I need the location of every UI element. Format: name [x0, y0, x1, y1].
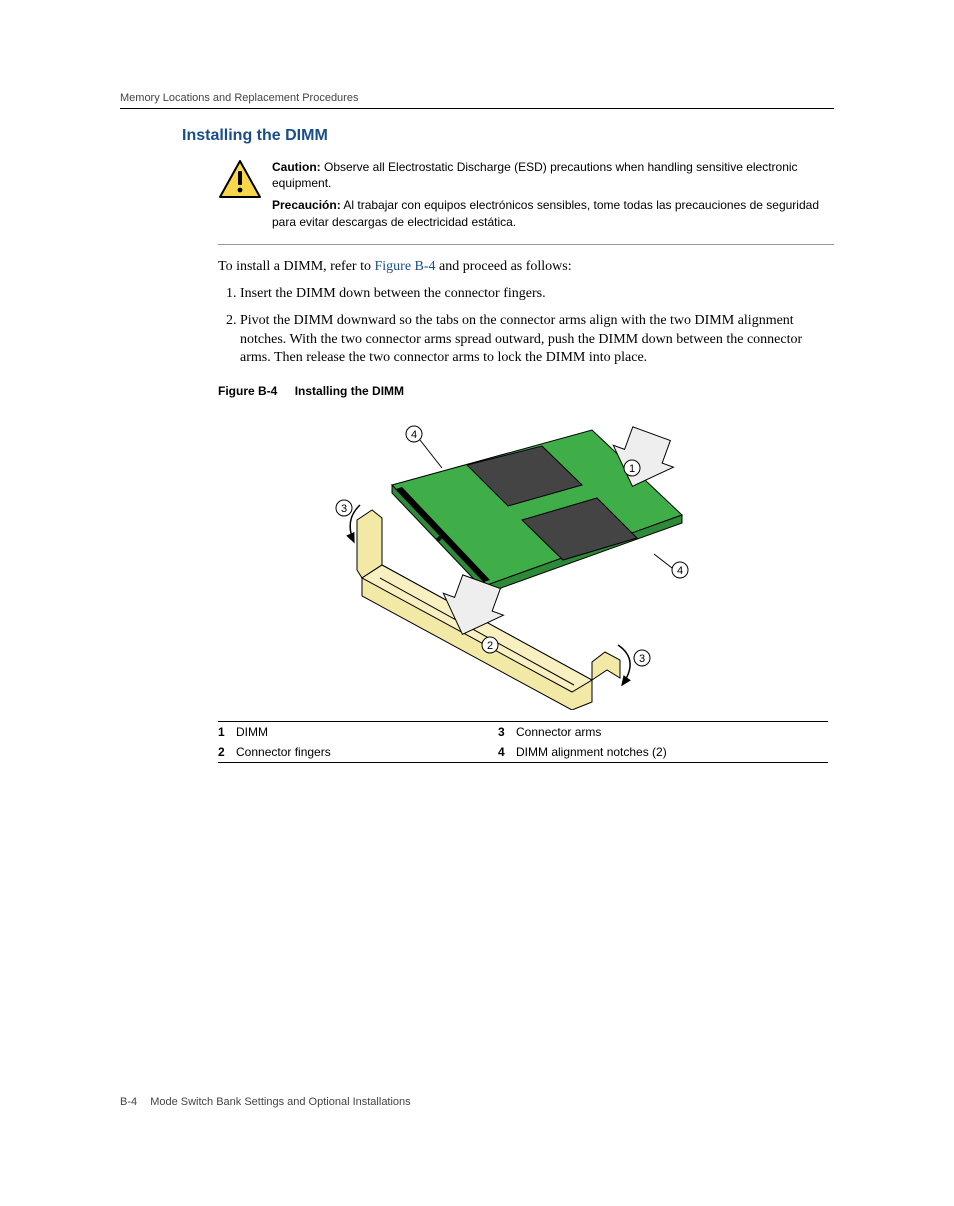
callout-4b: 4: [677, 565, 683, 577]
callout-4a: 4: [411, 429, 417, 441]
warning-icon: [218, 159, 262, 236]
legend-text-2: Connector fingers: [236, 745, 331, 759]
procedure-list: Insert the DIMM down between the connect…: [218, 285, 834, 369]
figure-illustration: 1 2 3 3 4 4: [120, 410, 834, 713]
legend-num-4: 4: [498, 745, 516, 759]
caution-label-es: Precaución:: [272, 198, 341, 212]
figure-crossref-link[interactable]: Figure B-4: [374, 259, 435, 274]
page-number: B-4: [120, 1096, 137, 1108]
section-title: Installing the DIMM: [182, 127, 834, 145]
caution-text-es: Al trabajar con equipos electrónicos sen…: [272, 198, 819, 228]
step-1: Insert the DIMM down between the connect…: [240, 285, 834, 304]
figure-legend: 1 DIMM 3 Connector arms 2 Connector fing…: [218, 721, 828, 763]
intro-post: and proceed as follows:: [436, 259, 572, 274]
intro-pre: To install a DIMM, refer to: [218, 259, 374, 274]
step-2: Pivot the DIMM downward so the tabs on t…: [240, 312, 834, 369]
caution-es: Precaución: Al trabajar con equipos elec…: [272, 197, 834, 229]
legend-text-4: DIMM alignment notches (2): [516, 745, 667, 759]
figure-title: Installing the DIMM: [295, 384, 404, 398]
caution-label-en: Caution:: [272, 160, 321, 174]
page-footer: B-4 Mode Switch Bank Settings and Option…: [120, 1096, 411, 1108]
legend-num-3: 3: [498, 725, 516, 739]
legend-num-2: 2: [218, 745, 236, 759]
footer-title: Mode Switch Bank Settings and Optional I…: [150, 1096, 410, 1108]
callout-2: 2: [487, 640, 493, 652]
legend-text-1: DIMM: [236, 725, 268, 739]
callout-3a: 3: [341, 503, 347, 515]
running-header: Memory Locations and Replacement Procedu…: [120, 92, 834, 109]
caution-text-en: Observe all Electrostatic Discharge (ESD…: [272, 160, 798, 190]
legend-text-3: Connector arms: [516, 725, 601, 739]
caution-en: Caution: Observe all Electrostatic Disch…: [272, 159, 834, 191]
callout-1: 1: [629, 463, 635, 475]
figure-caption: Figure B-4 Installing the DIMM: [218, 384, 834, 398]
caution-block: Caution: Observe all Electrostatic Disch…: [218, 159, 834, 245]
intro-paragraph: To install a DIMM, refer to Figure B-4 a…: [218, 259, 834, 275]
callout-3b: 3: [639, 653, 645, 665]
legend-num-1: 1: [218, 725, 236, 739]
figure-number: Figure B-4: [218, 384, 277, 398]
